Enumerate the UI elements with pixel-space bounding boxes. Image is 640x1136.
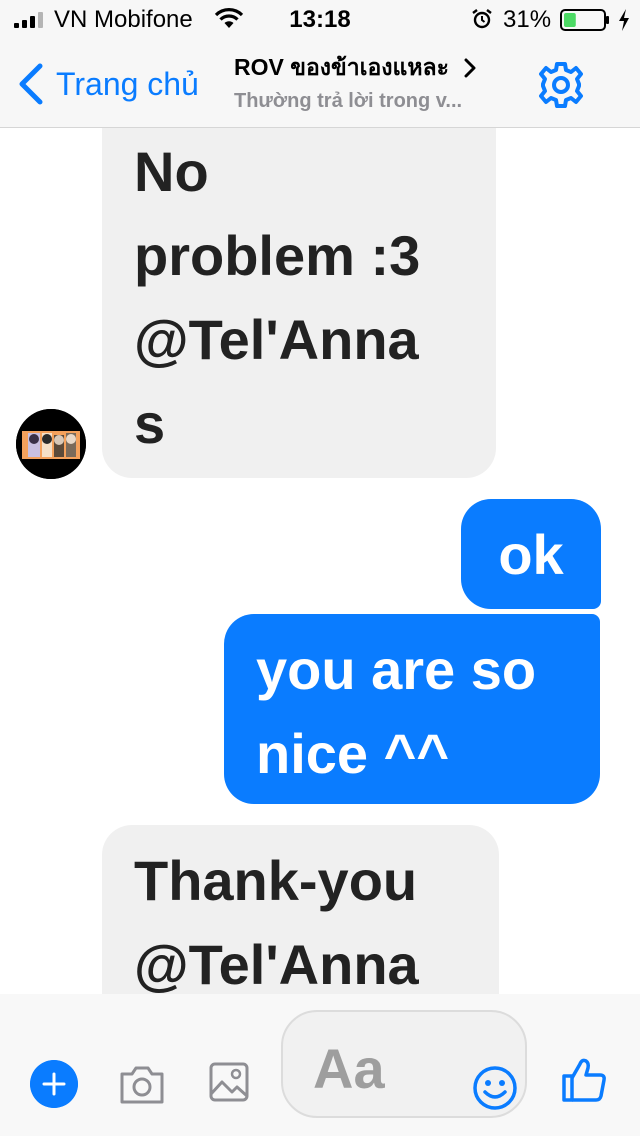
battery-percent: 31% — [503, 6, 552, 33]
message-line: nice ^^ — [256, 722, 450, 785]
status-bar: VN Mobifone 13:18 31% — [0, 0, 640, 40]
thumbs-up-icon[interactable] — [560, 1056, 608, 1104]
conversation-header: Trang chủ ROV ของข้าเองแหละ Thường trả l… — [0, 40, 640, 128]
page-title: ROV ของข้าเองแหละ — [234, 54, 449, 80]
gear-icon[interactable] — [536, 60, 586, 110]
message-input[interactable]: Aa — [281, 1010, 527, 1118]
conversation-title[interactable]: ROV ของข้าเองแหละ Thường trả lời trong v… — [234, 50, 524, 113]
camera-icon[interactable] — [118, 1062, 166, 1106]
message-line: s — [134, 392, 166, 455]
message-line: Thank-you — [134, 849, 418, 912]
avatar[interactable] — [16, 409, 86, 479]
message-list[interactable]: No problem :3 @Tel'Anna s ok you are so … — [0, 128, 640, 994]
message-line: @Tel'Anna — [134, 308, 419, 371]
message-line: @Tel'Anna — [134, 933, 419, 994]
back-label: Trang chủ — [56, 65, 199, 102]
message-line: you are so — [256, 638, 537, 701]
message-line: No — [134, 140, 209, 203]
photo-icon[interactable] — [208, 1060, 250, 1104]
charging-icon — [619, 9, 629, 31]
alarm-icon — [472, 9, 492, 29]
battery-icon — [560, 9, 609, 31]
emoji-icon[interactable] — [471, 1064, 519, 1112]
chevron-left-icon — [19, 63, 43, 105]
message-bubble-incoming[interactable]: No problem :3 @Tel'Anna s — [102, 128, 496, 478]
response-time-subtitle: Thường trả lời trong v... — [234, 90, 463, 112]
message-input-placeholder: Aa — [313, 1037, 385, 1100]
message-line: problem :3 — [134, 224, 421, 287]
chevron-right-icon — [464, 58, 476, 78]
message-bubble-incoming[interactable]: Thank-you @Tel'Anna — [102, 825, 499, 994]
back-button[interactable]: Trang chủ — [16, 60, 199, 108]
message-line: ok — [498, 523, 564, 586]
message-bubble-outgoing[interactable]: you are so nice ^^ — [224, 614, 600, 804]
message-bubble-outgoing[interactable]: ok — [461, 499, 601, 609]
composer-bar: Aa — [0, 994, 640, 1136]
avatar-image — [16, 409, 86, 479]
plus-icon[interactable] — [30, 1060, 78, 1108]
